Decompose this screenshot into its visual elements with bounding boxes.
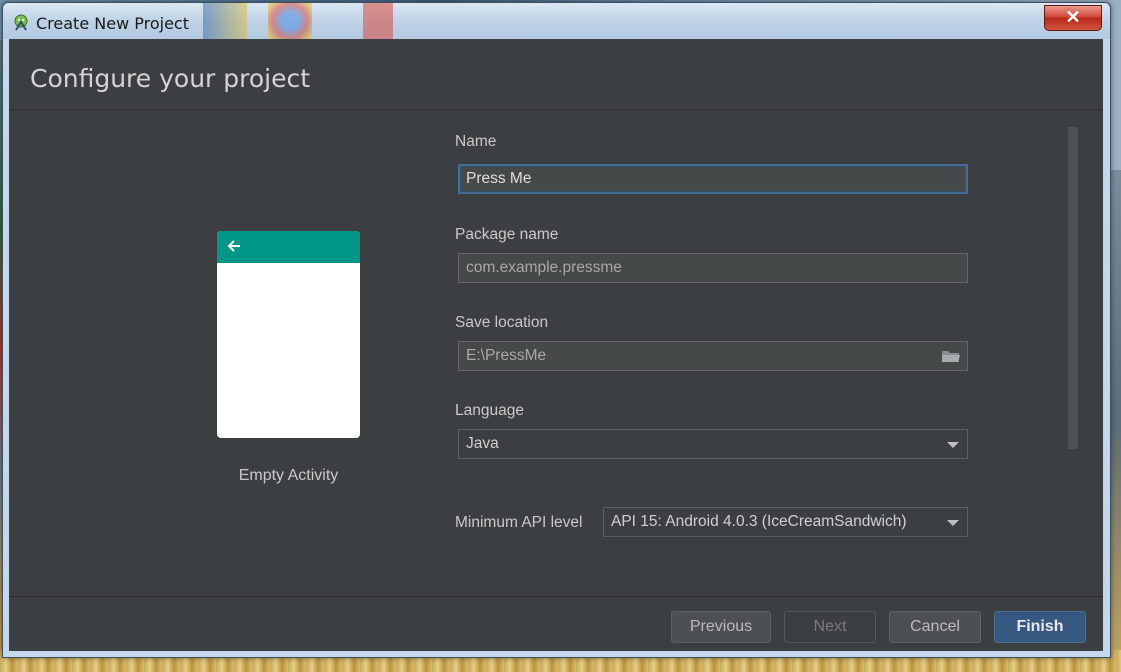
close-button[interactable]: ✕ (1044, 5, 1102, 31)
chevron-down-icon (947, 442, 959, 448)
finish-button[interactable]: Finish (994, 611, 1086, 643)
language-label: Language (455, 402, 524, 419)
name-input[interactable]: Press Me (458, 164, 968, 194)
footer-divider (9, 596, 1103, 597)
language-dropdown[interactable]: Java (458, 429, 968, 459)
folder-browse-icon[interactable] (941, 348, 961, 364)
save-location-value: E:\PressMe (466, 347, 547, 364)
page-title: Configure your project (30, 64, 311, 93)
background-app-icon (203, 3, 247, 39)
chevron-down-icon (947, 520, 959, 526)
package-name-label: Package name (455, 226, 559, 243)
min-api-dropdown[interactable]: API 15: Android 4.0.3 (IceCreamSandwich) (603, 507, 968, 537)
dialog-content: Configure your project Empty Activity Na… (9, 39, 1103, 651)
save-location-input[interactable]: E:\PressMe (458, 341, 968, 371)
activity-preview (217, 231, 360, 438)
min-api-label: Minimum API level (455, 514, 583, 531)
background-app-icon (268, 3, 312, 39)
window-title: Create New Project (36, 14, 189, 33)
vertical-scrollbar[interactable] (1068, 127, 1078, 449)
min-api-value: API 15: Android 4.0.3 (IceCreamSandwich) (611, 513, 907, 530)
header-divider (9, 109, 1103, 110)
back-arrow-icon (227, 240, 240, 252)
package-name-input[interactable]: com.example.pressme (458, 253, 968, 283)
create-project-dialog: Create New Project ✕ Configure your proj… (2, 2, 1111, 658)
preview-toolbar (217, 231, 360, 263)
previous-button[interactable]: Previous (671, 611, 771, 643)
title-bar[interactable]: Create New Project ✕ (3, 3, 1110, 39)
language-value: Java (466, 435, 499, 452)
next-button[interactable]: Next (784, 611, 876, 643)
template-name: Empty Activity (238, 467, 339, 484)
save-location-label: Save location (455, 314, 549, 331)
android-studio-icon (14, 14, 28, 31)
name-label: Name (455, 133, 497, 150)
cancel-button[interactable]: Cancel (889, 611, 981, 643)
background-app-icon (363, 3, 393, 39)
